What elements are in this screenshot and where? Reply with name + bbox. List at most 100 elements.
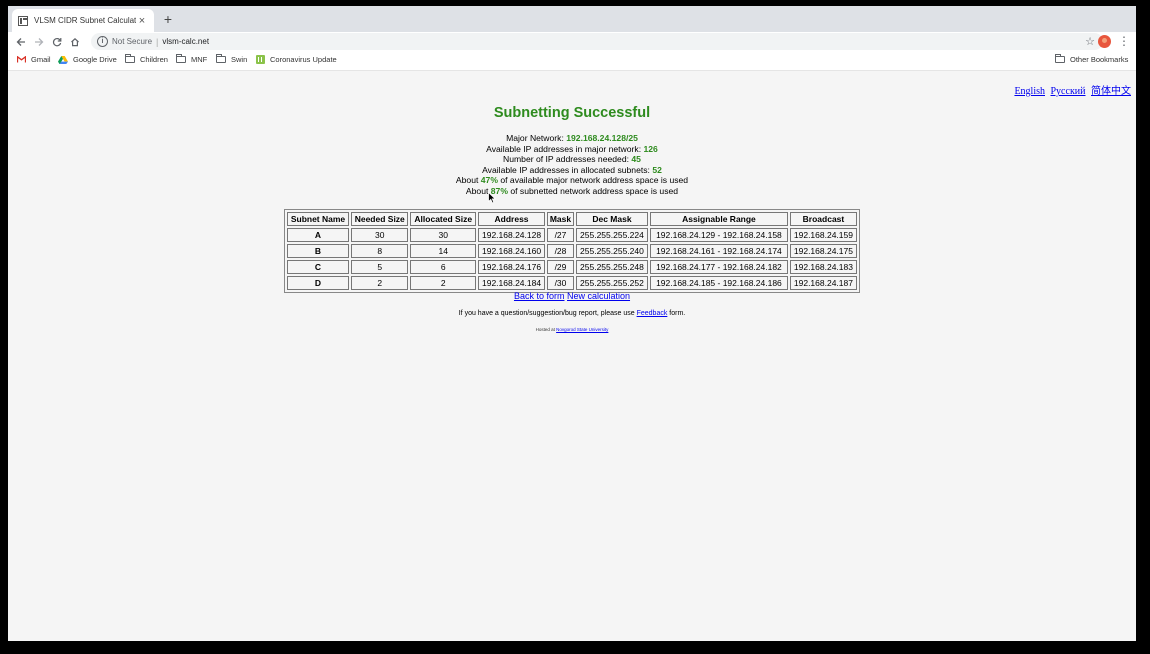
bookmark-label: Other Bookmarks	[1070, 55, 1129, 64]
table-cell: 2	[351, 276, 409, 290]
summary-label: Major Network:	[506, 133, 564, 143]
language-switcher: English Русский 简体中文	[1011, 82, 1131, 97]
subnet-table: Subnet Name Needed Size Allocated Size A…	[284, 209, 860, 293]
home-icon	[71, 37, 79, 46]
url-text[interactable]: vlsm-calc.net	[162, 37, 209, 46]
address-bar[interactable]: i Not Secure | vlsm-calc.net ☆	[91, 33, 1103, 50]
column-header: Needed Size	[351, 212, 409, 226]
table-cell: 8	[351, 244, 409, 258]
table-cell: 192.168.24.129 - 192.168.24.158	[649, 228, 788, 242]
security-status: Not Secure	[112, 37, 153, 46]
table-cell: /29	[547, 260, 574, 274]
hosted-text: Hosted at	[535, 327, 555, 332]
table-cell: 192.168.24.175	[789, 244, 857, 258]
table-cell: 192.168.24.185 - 192.168.24.186	[649, 276, 788, 290]
summary-label: Number of IP addresses needed:	[503, 154, 629, 164]
bookmark-google-drive[interactable]: Google Drive	[58, 55, 117, 64]
page-content: English Русский 简体中文 Subnetting Successf…	[8, 71, 1136, 641]
table-cell: /30	[547, 276, 574, 290]
table-cell: 192.168.24.161 - 192.168.24.174	[649, 244, 788, 258]
profile-avatar[interactable]	[1098, 35, 1111, 48]
home-button[interactable]	[66, 33, 84, 51]
summary-needed-addresses: Number of IP addresses needed: 45	[8, 154, 1136, 165]
tab-title: VLSM CIDR Subnet Calculator	[34, 16, 136, 25]
subnet-table-container: Subnet Name Needed Size Allocated Size A…	[284, 209, 860, 293]
table-row: C 5 6 192.168.24.176 /29 255.255.255.248…	[287, 260, 857, 274]
table-cell: C	[287, 260, 349, 274]
language-russian-link[interactable]: Русский	[1051, 86, 1086, 97]
bookmark-coronavirus-update[interactable]: Coronavirus Update	[256, 55, 337, 64]
table-row: A 30 30 192.168.24.128 /27 255.255.255.2…	[287, 228, 857, 242]
table-cell: 255.255.255.252	[575, 276, 648, 290]
table-cell: 192.168.24.176	[478, 260, 546, 274]
forward-button[interactable]	[30, 33, 48, 51]
folder-icon	[125, 54, 135, 63]
summary-label: of available major network address space…	[500, 175, 689, 185]
hosted-link[interactable]: Novgorod State University	[556, 327, 608, 332]
back-to-form-link[interactable]: Back to form	[514, 291, 565, 301]
bookmark-other-bookmarks[interactable]: Other Bookmarks	[1055, 54, 1129, 64]
summary-subnetted-space-used: About 87% of subnetted network address s…	[8, 186, 1136, 197]
table-cell: 192.168.24.128	[478, 228, 546, 242]
folder-icon	[176, 54, 186, 63]
bookmark-gmail[interactable]: Gmail	[17, 55, 51, 64]
summary-value: 47%	[480, 175, 498, 185]
page-favicon-icon	[18, 15, 28, 26]
bookmark-mnf[interactable]: MNF	[176, 54, 207, 64]
new-tab-button[interactable]: +	[160, 11, 176, 27]
tab-vlsm-calculator[interactable]: VLSM CIDR Subnet Calculator ×	[12, 9, 154, 32]
reload-icon	[52, 37, 62, 46]
table-cell: B	[287, 244, 349, 258]
table-cell: 30	[351, 228, 409, 242]
kebab-menu-icon[interactable]: ⋮	[1118, 34, 1130, 48]
column-header: Mask	[547, 212, 574, 226]
subnet-summary: Major Network: 192.168.24.128/25 Availab…	[8, 133, 1136, 196]
bookmark-children[interactable]: Children	[125, 54, 168, 64]
bookmark-label: Children	[140, 55, 168, 64]
close-icon[interactable]: ×	[136, 15, 148, 27]
new-calculation-link[interactable]: New calculation	[567, 291, 630, 301]
coronavirus-tracker-icon	[256, 55, 265, 64]
summary-label: Available IP addresses in allocated subn…	[482, 164, 650, 175]
arrow-left-icon	[16, 37, 25, 46]
back-button[interactable]	[12, 33, 30, 51]
table-cell: D	[287, 276, 349, 290]
mouse-cursor-icon	[488, 192, 496, 204]
reload-button[interactable]	[48, 33, 66, 51]
language-chinese-link[interactable]: 简体中文	[1091, 86, 1131, 97]
page-title: Subnetting Successful	[493, 105, 651, 121]
summary-available-addresses: Available IP addresses in major network:…	[8, 144, 1136, 155]
feedback-text: If you have a question/suggestion/bug re…	[458, 310, 635, 317]
table-cell: 255.255.255.248	[575, 260, 648, 274]
table-cell: 192.168.24.183	[789, 260, 857, 274]
bookmark-star-icon[interactable]: ☆	[1085, 35, 1095, 48]
table-cell: 5	[351, 260, 409, 274]
google-drive-icon	[58, 55, 68, 64]
table-cell: 192.168.24.187	[789, 276, 857, 290]
table-row: B 8 14 192.168.24.160 /28 255.255.255.24…	[287, 244, 857, 258]
bookmarks-bar: Gmail Google Drive Children MNF Swin Cor…	[8, 51, 1136, 71]
url-separator: |	[156, 36, 159, 47]
feedback-link[interactable]: Feedback	[637, 310, 668, 317]
language-english-link[interactable]: English	[1014, 86, 1045, 97]
column-header: Address	[478, 212, 546, 226]
bookmark-label: Google Drive	[73, 55, 117, 64]
summary-value: 192.168.24.128/25	[566, 133, 638, 143]
browser-toolbar: i Not Secure | vlsm-calc.net ☆ ⋮	[8, 32, 1136, 51]
summary-label: About	[465, 185, 489, 196]
table-cell: 30	[410, 228, 476, 242]
summary-value: 126	[643, 143, 658, 154]
info-icon[interactable]: i	[97, 36, 108, 47]
table-cell: 6	[410, 260, 476, 274]
table-cell: A	[287, 228, 349, 242]
table-cell: 255.255.255.224	[575, 228, 648, 242]
summary-value: 52	[652, 164, 662, 175]
table-cell: 14	[410, 244, 476, 258]
column-header: Allocated Size	[410, 212, 476, 226]
column-header: Subnet Name	[287, 212, 349, 226]
summary-label: Available IP addresses in major network:	[486, 143, 642, 154]
table-cell: 192.168.24.159	[789, 228, 857, 242]
bookmark-swin[interactable]: Swin	[216, 54, 247, 64]
gmail-icon	[17, 56, 26, 63]
summary-label: of subnetted network address space is us…	[510, 185, 679, 196]
